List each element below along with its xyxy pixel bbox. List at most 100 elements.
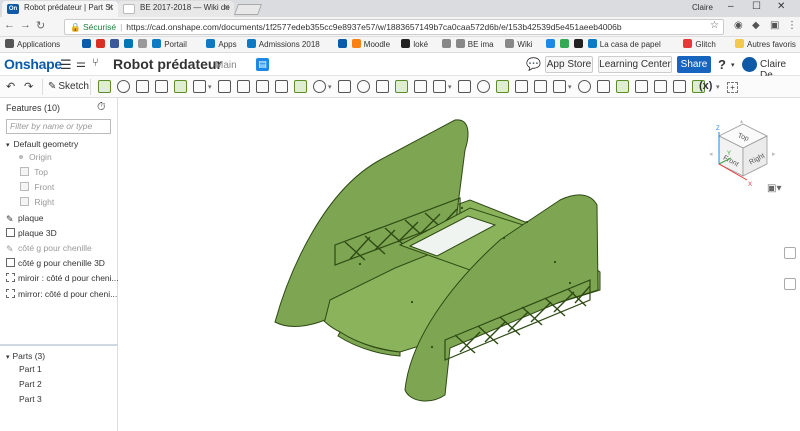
rib-icon[interactable] (275, 80, 288, 93)
forward-icon[interactable]: → (20, 19, 31, 31)
learning-center-button[interactable]: Learning Center (598, 56, 672, 73)
feature-item[interactable]: mirror: côté d pour cheni... (6, 289, 117, 299)
tab-manager-icon[interactable]: ⚌ (76, 57, 86, 70)
maximize-icon[interactable]: ☐ (752, 1, 761, 12)
close-window-icon[interactable]: ✕ (777, 1, 785, 12)
replace-face-icon[interactable] (515, 80, 528, 93)
bookmark-item[interactable] (138, 39, 150, 49)
rotate-up-icon[interactable]: ▴ (740, 119, 743, 125)
add-custom-feature-icon[interactable]: + (727, 82, 738, 93)
bookmark-item[interactable] (573, 39, 586, 49)
bookmark-item[interactable] (545, 39, 558, 49)
transform-icon[interactable] (433, 80, 446, 93)
helix-icon[interactable] (597, 80, 610, 93)
share-button[interactable]: Share (677, 56, 711, 73)
robot-model[interactable] (119, 98, 800, 431)
modify-fillet-icon[interactable] (477, 80, 490, 93)
view-cube[interactable]: Top Front Right Z Y X ◂ ▸ ▴ (707, 118, 779, 190)
avatar[interactable] (742, 57, 757, 72)
chevron-down-icon[interactable]: ▾ (568, 83, 572, 91)
variable-tool[interactable]: (x) (699, 80, 712, 92)
chamfer-icon[interactable] (237, 80, 250, 93)
bolt-icon[interactable] (673, 80, 686, 93)
graphics-viewport[interactable] (119, 98, 800, 431)
undo-icon[interactable]: ↶ (6, 80, 15, 93)
version-graph-icon[interactable]: ⑂ (92, 57, 99, 69)
back-icon[interactable]: ← (4, 19, 15, 31)
rollback-timer-icon[interactable]: ⏱ (97, 101, 106, 114)
bookmark-item[interactable]: Applications (5, 39, 60, 49)
bookmark-item[interactable] (82, 39, 94, 49)
chevron-down-icon[interactable]: ▾ (731, 61, 735, 69)
reload-icon[interactable]: ↻ (36, 19, 45, 32)
onshape-logo[interactable]: Onshape (4, 56, 62, 72)
feature-item[interactable]: plaque 3D (6, 228, 57, 238)
document-title[interactable]: Robot prédateur (113, 56, 222, 72)
thicken-icon[interactable] (174, 80, 187, 93)
workspace-icon[interactable]: ▤ (256, 58, 269, 71)
fillet-icon[interactable] (218, 80, 231, 93)
feature-item[interactable]: côté g pour chenille 3D (6, 258, 105, 268)
sketch-button[interactable]: ✎ Sketch (48, 81, 89, 92)
linear-pattern-icon[interactable] (338, 80, 351, 93)
bookmark-item[interactable] (110, 39, 122, 49)
extension-icon[interactable]: ◆ (752, 20, 760, 31)
chevron-down-icon[interactable]: ▾ (208, 83, 212, 91)
circular-pattern-icon[interactable] (357, 80, 370, 93)
comments-icon[interactable]: 💬 (526, 57, 541, 71)
parts-heading[interactable]: ▾ Parts (3) (6, 351, 45, 361)
chevron-down-icon[interactable]: ▾ (328, 83, 332, 91)
chevron-down-icon[interactable]: ▾ (448, 83, 452, 91)
plane-right-item[interactable]: Right (20, 197, 54, 207)
plane-icon[interactable] (553, 80, 566, 93)
plane-front-item[interactable]: Front (20, 182, 54, 192)
menu-kebab-icon[interactable]: ⋮ (787, 20, 797, 31)
view-options-icon[interactable]: ▣▾ (767, 183, 781, 194)
app-store-button[interactable]: App Store (545, 56, 593, 73)
delete-part-icon[interactable] (458, 80, 471, 93)
origin-item[interactable]: Origin (16, 152, 52, 162)
default-geometry-group[interactable]: ▾ Default geometry (6, 139, 78, 149)
frame-icon[interactable] (654, 80, 667, 93)
part-item[interactable]: Part 1 (19, 364, 42, 374)
bookmark-item[interactable]: Admissions 2018 (246, 39, 320, 49)
hole-icon[interactable] (313, 80, 326, 93)
feature-item[interactable]: miroir : côté d pour cheni... (6, 273, 119, 283)
feature-filter-input[interactable]: Filter by name or type (6, 119, 111, 134)
rotate-right-icon[interactable]: ▸ (772, 151, 776, 158)
hamburger-menu-icon[interactable]: ☰ (60, 57, 72, 73)
close-tab-icon[interactable]: ✕ (107, 3, 114, 12)
feature-item[interactable]: ✎ plaque (6, 213, 44, 224)
bookmark-item[interactable]: Wiki (505, 39, 533, 49)
chevron-down-icon[interactable]: ▾ (716, 83, 720, 91)
bookmark-item[interactable] (559, 39, 572, 49)
branch-name[interactable]: Main (215, 60, 237, 71)
close-tab-icon[interactable]: ✕ (223, 3, 230, 12)
help-icon[interactable]: ? (718, 57, 726, 72)
panel-divider[interactable] (0, 344, 118, 346)
bookmark-item[interactable]: loké (401, 39, 428, 49)
part-item[interactable]: Part 3 (19, 394, 42, 404)
part-item[interactable]: Part 2 (19, 379, 42, 389)
bookmark-item[interactable]: Apps (206, 39, 237, 49)
bookmark-item[interactable]: Glitch (683, 39, 716, 49)
offset-surface-icon[interactable] (534, 80, 547, 93)
plane-top-item[interactable]: Top (20, 167, 48, 177)
mate-connector-icon[interactable] (578, 80, 591, 93)
bookmark-item[interactable]: La casa de papel (587, 39, 661, 49)
bookmark-item[interactable] (124, 39, 136, 49)
side-panel-icon[interactable] (784, 247, 796, 259)
draft-icon[interactable] (256, 80, 269, 93)
bookmark-item[interactable] (337, 39, 350, 49)
bookmark-item[interactable]: BE ima (455, 39, 494, 49)
boolean-icon[interactable] (395, 80, 408, 93)
browser-tab-wiki[interactable]: BE 2017-2018 — Wiki de ✕ (118, 1, 234, 17)
sweep-icon[interactable] (136, 80, 149, 93)
bookmark-star-icon[interactable]: ☆ (710, 20, 719, 31)
split-icon[interactable] (414, 80, 427, 93)
browser-tab-active[interactable]: On Robot prédateur | Part St ✕ (2, 1, 118, 17)
address-bar[interactable]: 🔒 Sécurisé | https://cad.onshape.com/docum… (64, 19, 724, 35)
redo-icon[interactable]: ↷ (24, 80, 33, 93)
other-bookmarks[interactable]: Autres favoris (735, 39, 796, 49)
extension-icon[interactable]: ▣ (770, 20, 779, 31)
